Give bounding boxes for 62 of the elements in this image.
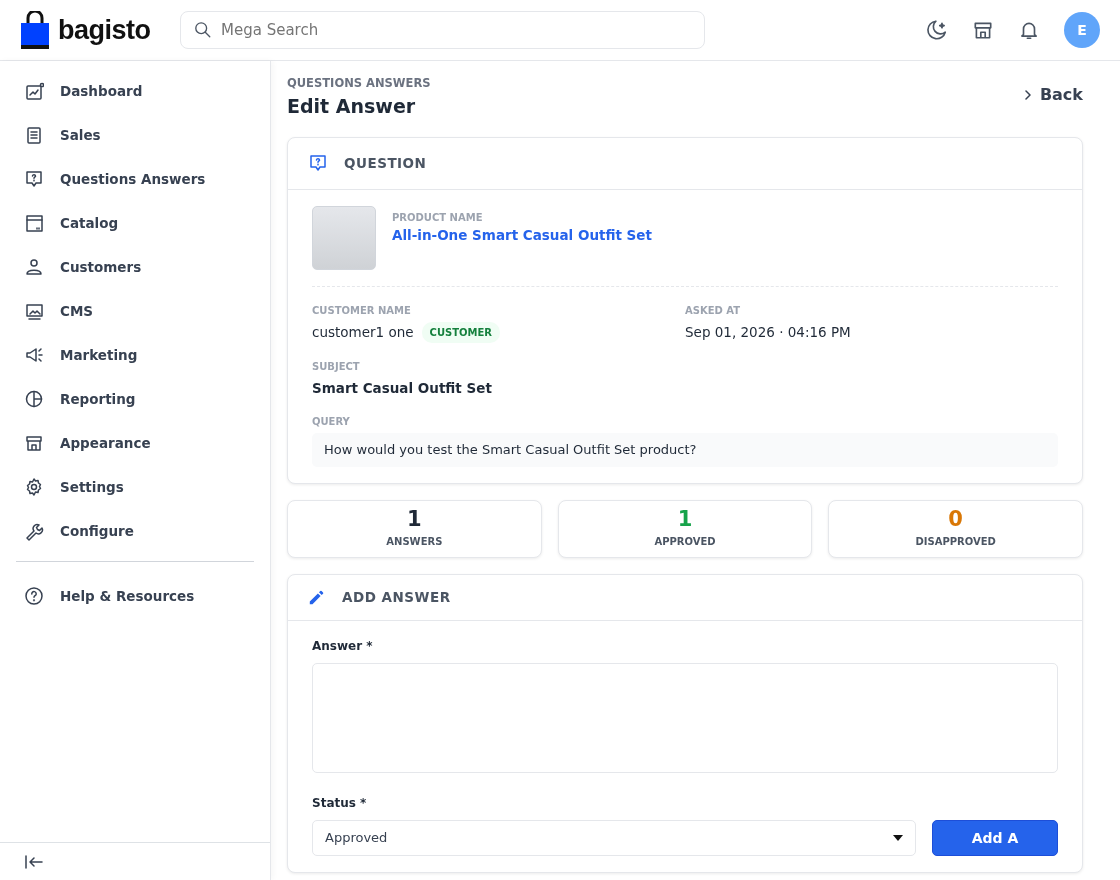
- product-link[interactable]: All-in-One Smart Casual Outfit Set: [392, 224, 652, 245]
- field-label: Status *: [312, 795, 368, 812]
- field-label: Answer *: [312, 637, 374, 655]
- card-title: ADD ANSWER: [342, 587, 451, 607]
- add-answer-button[interactable]: Add A: [932, 820, 1058, 856]
- stat-value: 1: [677, 508, 693, 530]
- field-label: PRODUCT NAME: [392, 210, 484, 225]
- moon-icon[interactable]: [926, 19, 948, 41]
- pie-icon: [24, 389, 44, 409]
- field-label: QUERY: [312, 415, 351, 429]
- back-link[interactable]: Back: [1023, 83, 1083, 107]
- sidebar-item[interactable]: Customers: [0, 245, 270, 289]
- sidebar-item[interactable]: Sales: [0, 113, 270, 157]
- sidebar-item[interactable]: Dashboard: [0, 69, 270, 113]
- customer-badge: CUSTOMER: [421, 321, 501, 343]
- page-title: Edit Answer: [287, 94, 417, 120]
- sidebar-item[interactable]: CMS: [0, 289, 270, 333]
- chevron-icon: [1023, 90, 1032, 100]
- card-title: QUESTION: [344, 154, 427, 174]
- pencil-icon: [308, 588, 326, 606]
- search-field[interactable]: Mega Search: [180, 11, 705, 49]
- sidebar-item[interactable]: Settings: [0, 465, 270, 509]
- sidebar-item[interactable]: Marketing: [0, 333, 270, 377]
- sidebar-item[interactable]: Reporting: [0, 377, 270, 421]
- caret-icon: [893, 835, 903, 841]
- stat-label: APPROVED: [654, 534, 716, 549]
- sidebar-item[interactable]: Configure: [0, 509, 270, 553]
- logo-text: bagisto: [58, 13, 151, 47]
- answer-field[interactable]: [312, 662, 1058, 773]
- shopping-bag-icon: [20, 11, 50, 49]
- stat-value: 1: [407, 508, 422, 530]
- wrench-icon: [24, 521, 44, 541]
- store-icon: [24, 433, 44, 453]
- query-text: How would you test the Smart Casual Outfit Set product?: [312, 433, 1058, 467]
- subject-text: Smart Casual Outfit Set: [312, 378, 493, 398]
- window-icon: [24, 213, 44, 233]
- sidebar-item[interactable]: Catalog: [0, 201, 270, 245]
- status-select[interactable]: Approved: [312, 820, 916, 856]
- stat-value: 0: [948, 508, 963, 530]
- megaphone-icon: [24, 345, 44, 365]
- field-label: ASKED AT: [685, 303, 742, 318]
- collapse-icon[interactable]: [24, 853, 44, 870]
- chart-icon: [24, 81, 44, 101]
- sidebar-item[interactable]: Help & Resources: [0, 574, 270, 618]
- field-label: CUSTOMER NAME: [312, 303, 412, 318]
- stat-label: ANSWERS: [386, 534, 443, 549]
- person-icon: [24, 257, 44, 277]
- sidebar-item[interactable]: Questions Answers: [0, 157, 270, 201]
- sidebar-item[interactable]: Appearance: [0, 421, 270, 465]
- breadcrumb: QUESTIONS ANSWERS: [287, 75, 431, 92]
- question-bubble-icon: [308, 153, 328, 174]
- customer-name: customer1 one: [312, 323, 414, 343]
- question-bubble-icon: [24, 169, 44, 189]
- asked-date: Sep 01, 2026 · 04:16 PM: [685, 322, 852, 342]
- photo-placeholder: [312, 205, 376, 270]
- settings-icon: [24, 477, 44, 497]
- stat-label: DISAPPROVED: [915, 534, 996, 549]
- search-icon: [194, 21, 212, 39]
- monitor-icon: [24, 301, 44, 321]
- field-label: SUBJECT: [312, 359, 361, 374]
- help-icon: [24, 586, 44, 606]
- document-icon: [24, 125, 44, 145]
